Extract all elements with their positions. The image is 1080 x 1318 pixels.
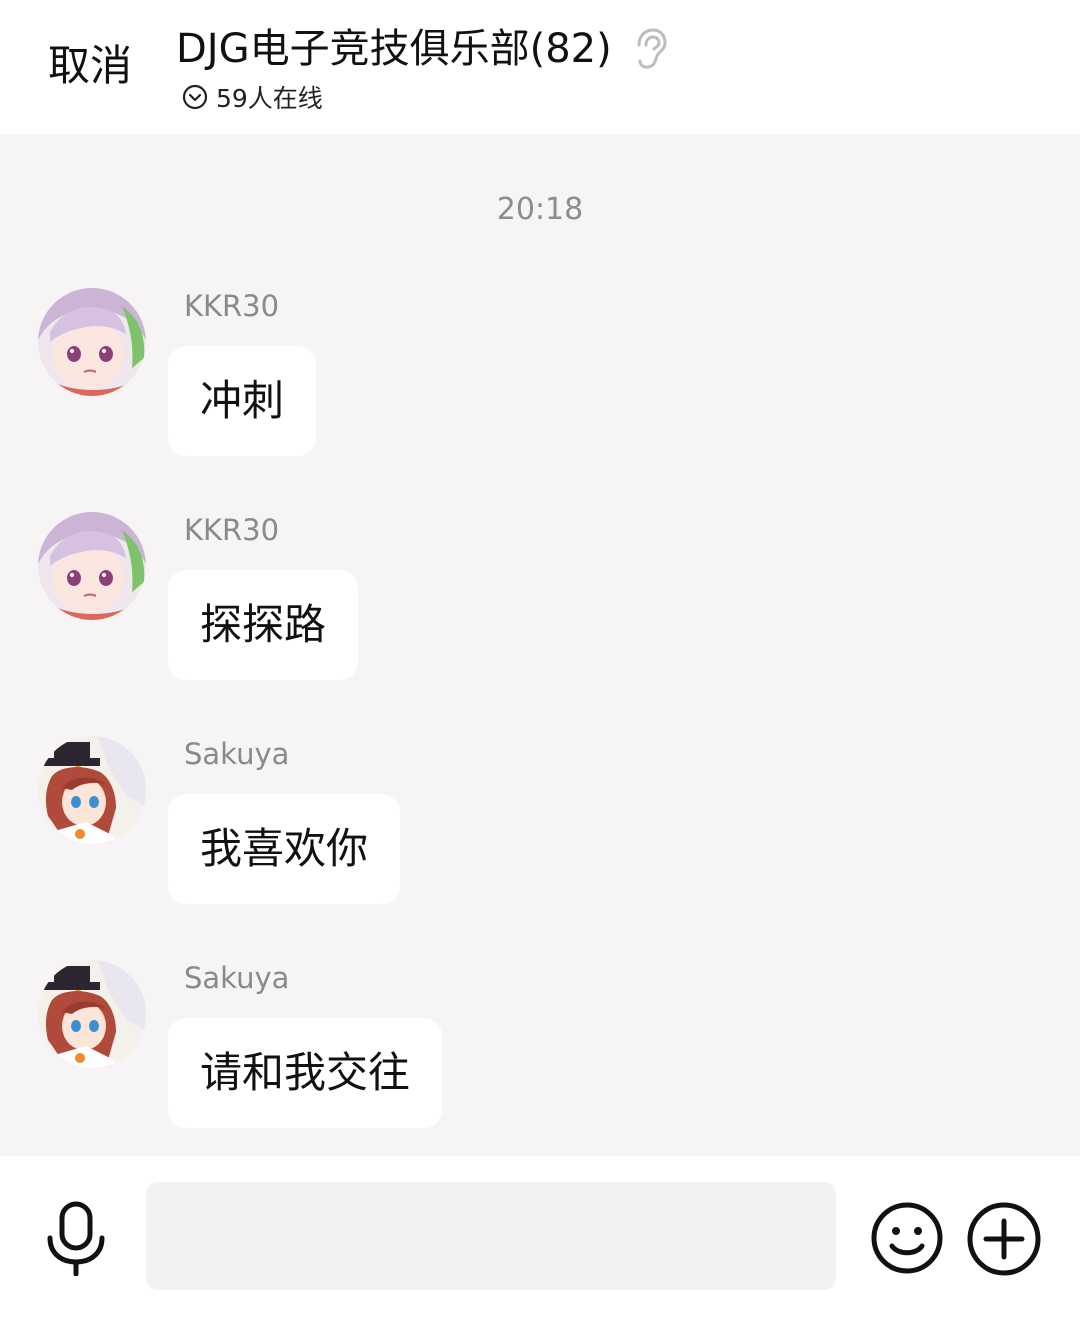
- chat-timestamp: 20:18: [496, 192, 584, 227]
- emoji-icon[interactable]: [870, 1201, 944, 1275]
- plus-icon[interactable]: [966, 1201, 1042, 1277]
- avatar[interactable]: [38, 512, 146, 620]
- message-bubble[interactable]: 我喜欢你: [168, 794, 401, 904]
- sender-name: KKR30: [184, 289, 280, 323]
- ear-icon[interactable]: [633, 28, 667, 70]
- online-status[interactable]: 59人在线: [182, 80, 323, 114]
- message-bubble[interactable]: 请和我交往: [168, 1018, 443, 1128]
- red-hair-witch-hat-anime-avatar: [38, 736, 146, 844]
- message-bubble[interactable]: 探探路: [168, 570, 359, 680]
- title-area: DJG电子竞技俱乐部(82): [176, 22, 667, 76]
- avatar[interactable]: [38, 288, 146, 396]
- avatar[interactable]: [38, 736, 146, 844]
- red-hair-witch-hat-anime-avatar: [38, 960, 146, 1068]
- cancel-button[interactable]: 取消: [48, 38, 132, 94]
- avatar[interactable]: [38, 960, 146, 1068]
- message-item: Sakuya 我喜欢你: [0, 736, 1080, 926]
- group-title[interactable]: DJG电子竞技俱乐部(82): [176, 22, 612, 76]
- sender-name: Sakuya: [184, 961, 290, 995]
- message-bubble[interactable]: 冲刺: [168, 346, 317, 456]
- chat-header: 取消 DJG电子竞技俱乐部(82) 59人在线: [0, 0, 1080, 134]
- lavender-hair-anime-avatar: [38, 512, 146, 620]
- sender-name: Sakuya: [184, 737, 290, 771]
- microphone-icon[interactable]: [44, 1200, 108, 1276]
- input-bar: [0, 1156, 1080, 1318]
- lavender-hair-anime-avatar: [38, 288, 146, 396]
- message-item: Sakuya 请和我交往: [0, 960, 1080, 1150]
- chevron-down-circle-icon: [182, 84, 208, 110]
- message-item: KKR30 探探路: [0, 512, 1080, 702]
- message-input[interactable]: [146, 1182, 836, 1290]
- message-item: KKR30 冲刺: [0, 288, 1080, 478]
- sender-name: KKR30: [184, 513, 280, 547]
- online-count: 59人在线: [216, 84, 323, 113]
